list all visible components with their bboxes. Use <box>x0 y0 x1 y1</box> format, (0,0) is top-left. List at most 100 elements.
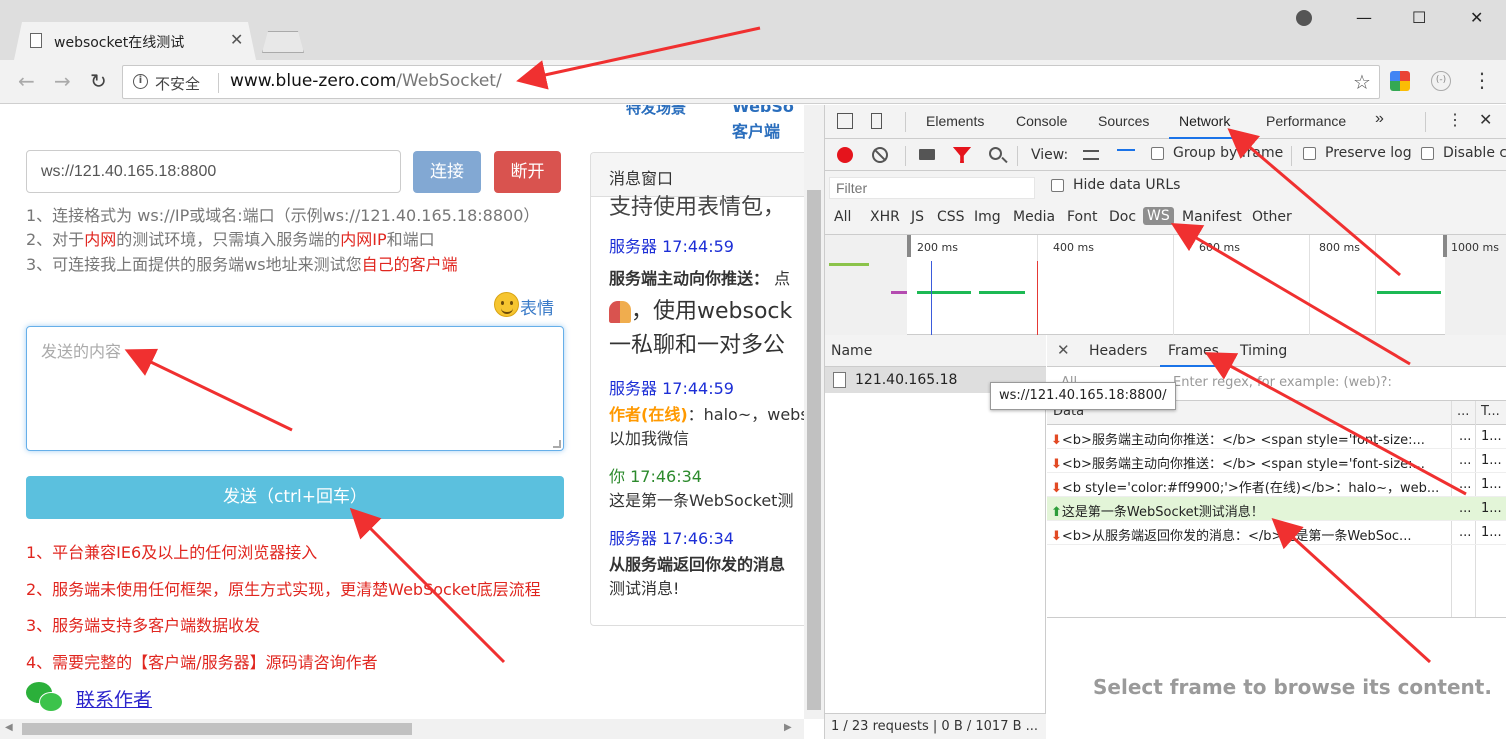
tab-network[interactable]: Network <box>1168 113 1241 139</box>
ws-url-input[interactable] <box>26 150 401 193</box>
page-horizontal-scrollbar[interactable]: ◀ ▶ <box>0 719 804 739</box>
scrollbar-thumb[interactable] <box>22 723 412 735</box>
top-clipped-link-3[interactable]: 客户端 <box>732 118 780 142</box>
tab-elements[interactable]: Elements <box>926 113 984 129</box>
info-icon[interactable]: i <box>133 74 148 89</box>
frames-col-time[interactable]: T... <box>1481 404 1500 419</box>
device-toolbar-icon[interactable] <box>871 113 882 129</box>
scroll-left-icon[interactable]: ◀ <box>5 722 13 733</box>
page-vertical-scrollbar[interactable] <box>804 105 824 719</box>
tab-sources[interactable]: Sources <box>1098 113 1149 129</box>
minimize-button[interactable]: — <box>1356 8 1372 27</box>
frame-row[interactable]: ⬇<b>服务端主动向你推送：</b> <span style='font-siz… <box>1047 425 1506 449</box>
more-tabs-icon[interactable]: » <box>1375 110 1384 128</box>
clear-icon[interactable] <box>872 147 888 163</box>
frame-row[interactable]: ⬇<b>从服务端返回你发的消息：</b>这是第一条WebSoc...... 1..… <box>1047 521 1506 545</box>
hide-data-urls-checkbox[interactable] <box>1051 179 1064 192</box>
message-text: ，使用websock <box>609 293 792 325</box>
message-text: 从服务端返回你发的消息 <box>609 555 786 574</box>
back-button[interactable]: ← <box>18 69 35 93</box>
contact-author-link[interactable]: 联系作者 <box>76 685 152 712</box>
scroll-right-icon[interactable]: ▶ <box>784 722 792 733</box>
message-textarea[interactable]: 发送的内容 <box>26 326 564 451</box>
url-path: /WebSocket/ <box>396 71 502 91</box>
profile-icon[interactable] <box>1296 10 1312 26</box>
devtools-menu-icon[interactable]: ⋮ <box>1447 110 1463 130</box>
url-text[interactable]: www.blue-zero.com/WebSocket/ <box>230 71 502 91</box>
reload-button[interactable]: ↻ <box>90 69 107 93</box>
network-filter-input[interactable] <box>829 177 1035 199</box>
devtools-close-icon[interactable]: ✕ <box>1479 110 1492 130</box>
bookmark-star-icon[interactable]: ☆ <box>1353 70 1371 94</box>
message-placeholder: 发送的内容 <box>41 342 122 361</box>
tab-performance[interactable]: Performance <box>1266 113 1346 129</box>
message-text: 这是第一条WebSocket测 <box>609 491 794 510</box>
top-clipped-link-2[interactable]: WebSo <box>732 105 794 116</box>
search-icon[interactable] <box>989 147 1002 160</box>
screenshot-camera-icon[interactable] <box>919 149 935 160</box>
security-status[interactable]: 不安全 <box>155 73 200 94</box>
timeline-label: 1000 ms <box>1451 241 1499 254</box>
overview-icon[interactable] <box>1117 149 1135 161</box>
message-text: 测试消息! <box>609 579 680 598</box>
new-tab-button[interactable] <box>262 31 304 53</box>
disable-cache-checkbox[interactable] <box>1421 147 1434 160</box>
frame-row-sent[interactable]: ⬆这是第一条WebSocket测试消息！... 1... <box>1047 497 1506 521</box>
scrollbar-thumb[interactable] <box>807 190 821 710</box>
top-clipped-link-1[interactable]: 特发场景 <box>626 105 686 118</box>
separator <box>905 146 906 166</box>
emoji-figures-icon <box>609 301 631 323</box>
maximize-button[interactable]: ☐ <box>1412 8 1426 27</box>
type-filter-other[interactable]: Other <box>1252 209 1292 225</box>
timeline-left-handle[interactable] <box>907 235 911 257</box>
frames-col-length[interactable]: ... <box>1457 404 1469 419</box>
type-filter-img[interactable]: Img <box>974 209 1001 225</box>
devtools-panel: Elements Console Sources Network Perform… <box>824 105 1506 739</box>
message-text: 服务端主动向你推送： 点 <box>609 269 791 288</box>
disconnect-button[interactable]: 断开 <box>494 151 561 193</box>
extension-2-icon[interactable]: (-) <box>1431 71 1451 91</box>
tab-timing[interactable]: Timing <box>1240 343 1287 359</box>
type-filter-js[interactable]: JS <box>911 209 924 225</box>
browser-menu-icon[interactable]: ⋮ <box>1472 68 1492 92</box>
type-filter-xhr[interactable]: XHR <box>870 209 900 225</box>
tab-console[interactable]: Console <box>1016 113 1067 129</box>
type-filter-doc[interactable]: Doc <box>1109 209 1136 225</box>
emoji-button[interactable]: 表情 <box>520 294 554 319</box>
resize-handle[interactable] <box>553 440 561 448</box>
timeline-right-handle[interactable] <box>1443 235 1447 257</box>
group-by-frame-checkbox[interactable] <box>1151 147 1164 160</box>
inspect-element-icon[interactable] <box>837 113 853 129</box>
frame-row[interactable]: ⬇<b>服务端主动向你推送：</b> <span style='font-siz… <box>1047 449 1506 473</box>
type-filter-media[interactable]: Media <box>1013 209 1055 225</box>
timeline-load-marker <box>1037 261 1038 335</box>
frames-regex-input[interactable]: Enter regex, for example: (web)?: <box>1173 375 1392 390</box>
group-by-frame-label: Group by frame <box>1173 145 1284 161</box>
detail-close-icon[interactable]: ✕ <box>1057 341 1070 359</box>
type-filter-all[interactable]: All <box>834 209 851 225</box>
forward-button[interactable]: → <box>54 69 71 93</box>
type-filter-font[interactable]: Font <box>1067 209 1097 225</box>
tab-frames[interactable]: Frames <box>1160 343 1227 367</box>
preserve-log-checkbox[interactable] <box>1303 147 1316 160</box>
large-rows-icon[interactable] <box>1083 150 1099 160</box>
address-bar[interactable]: i 不安全 www.blue-zero.com/WebSocket/ ☆ <box>122 65 1380 99</box>
smiley-icon[interactable] <box>494 292 519 317</box>
frame-row[interactable]: ⬇<b style='color:#ff9900;'>作者(在线)</b>：ha… <box>1047 473 1506 497</box>
request-list-header[interactable]: Name <box>825 335 1046 367</box>
type-filter-ws[interactable]: WS <box>1143 207 1174 225</box>
help-line-1: 1、连接格式为 ws://IP或域名:端口（示例ws://121.40.165.… <box>26 206 540 225</box>
connect-button[interactable]: 连接 <box>413 151 481 193</box>
filter-funnel-icon[interactable] <box>953 147 971 163</box>
tab-headers[interactable]: Headers <box>1089 343 1147 359</box>
tab-close-icon[interactable]: ✕ <box>230 30 243 49</box>
window-close-button[interactable]: ✕ <box>1470 8 1483 27</box>
extension-icon[interactable] <box>1390 71 1410 91</box>
browser-tab[interactable]: websocket在线测试 ✕ <box>14 22 256 60</box>
record-icon[interactable] <box>837 147 853 163</box>
request-name: 121.40.165.18 <box>855 372 958 388</box>
type-filter-css[interactable]: CSS <box>937 209 965 225</box>
network-overview-timeline[interactable]: 200 ms 400 ms 600 ms 800 ms 1000 ms <box>825 235 1506 335</box>
send-button[interactable]: 发送（ctrl+回车） <box>26 476 564 519</box>
type-filter-manifest[interactable]: Manifest <box>1182 209 1242 225</box>
